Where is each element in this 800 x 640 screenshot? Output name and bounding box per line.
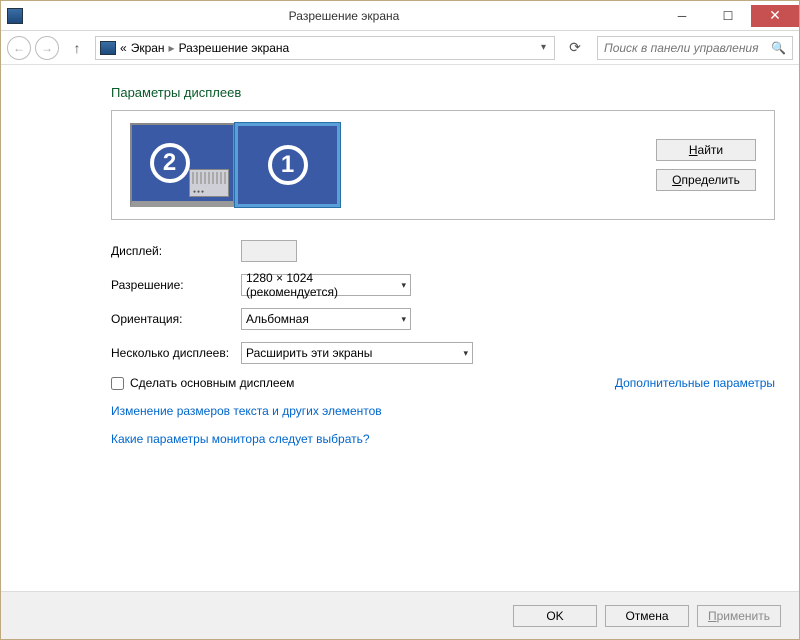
chevron-down-icon[interactable]: ▾ bbox=[537, 42, 550, 53]
form: Дисплей: Разрешение: 1280 × 1024 (рекоме… bbox=[111, 240, 775, 446]
monitor-preview: 2 1 Найти Определить bbox=[111, 110, 775, 220]
maximize-button[interactable]: ☐ bbox=[705, 5, 751, 27]
monitor-2[interactable]: 2 bbox=[130, 123, 235, 207]
app-icon bbox=[7, 8, 23, 24]
search-input[interactable] bbox=[604, 41, 771, 55]
make-primary-label: Сделать основным дисплеем bbox=[130, 376, 294, 390]
chevron-right-icon: ▸ bbox=[169, 41, 175, 55]
breadcrumb[interactable]: « Экран ▸ Разрешение экрана ▾ bbox=[95, 36, 555, 60]
apply-button[interactable]: Применить bbox=[697, 605, 781, 627]
breadcrumb-prefix: « bbox=[120, 41, 127, 55]
display-select[interactable] bbox=[241, 240, 297, 262]
search-box[interactable]: 🔍 bbox=[597, 36, 793, 60]
display-label: Дисплей: bbox=[111, 244, 241, 258]
text-size-link[interactable]: Изменение размеров текста и других элеме… bbox=[111, 404, 775, 418]
window-title: Разрешение экрана bbox=[29, 9, 659, 23]
orientation-select[interactable]: Альбомная ▾ bbox=[241, 308, 411, 330]
breadcrumb-icon bbox=[100, 41, 116, 55]
window: Разрешение экрана ─ ☐ ✕ ← → ↑ « Экран ▸ … bbox=[0, 0, 800, 640]
cancel-button[interactable]: Отмена bbox=[605, 605, 689, 627]
make-primary-checkbox[interactable] bbox=[111, 377, 124, 390]
page-heading: Параметры дисплеев bbox=[111, 85, 775, 100]
back-button[interactable]: ← bbox=[7, 36, 31, 60]
resolution-label: Разрешение: bbox=[111, 278, 241, 292]
ok-button[interactable]: OK bbox=[513, 605, 597, 627]
find-button[interactable]: Найти bbox=[656, 139, 756, 161]
navbar: ← → ↑ « Экран ▸ Разрешение экрана ▾ ⟳ 🔍 bbox=[1, 31, 799, 65]
refresh-button[interactable]: ⟳ bbox=[563, 36, 587, 60]
taskbar-icon bbox=[189, 169, 229, 197]
detect-button[interactable]: Определить bbox=[656, 169, 756, 191]
multiple-displays-label: Несколько дисплеев: bbox=[111, 346, 241, 360]
window-controls: ─ ☐ ✕ bbox=[659, 5, 799, 27]
chevron-down-icon: ▾ bbox=[401, 314, 406, 325]
footer: OK Отмена Применить bbox=[1, 591, 799, 639]
resolution-select[interactable]: 1280 × 1024 (рекомендуется) ▾ bbox=[241, 274, 411, 296]
multiple-displays-select[interactable]: Расширить эти экраны ▾ bbox=[241, 342, 473, 364]
breadcrumb-item[interactable]: Экран bbox=[131, 41, 165, 55]
chevron-down-icon: ▾ bbox=[463, 348, 468, 359]
monitor-1[interactable]: 1 bbox=[235, 123, 340, 207]
search-icon[interactable]: 🔍 bbox=[771, 41, 786, 55]
advanced-settings-link[interactable]: Дополнительные параметры bbox=[615, 376, 775, 390]
forward-button[interactable]: → bbox=[35, 36, 59, 60]
orientation-label: Ориентация: bbox=[111, 312, 241, 326]
minimize-button[interactable]: ─ bbox=[659, 5, 705, 27]
titlebar: Разрешение экрана ─ ☐ ✕ bbox=[1, 1, 799, 31]
chevron-down-icon: ▾ bbox=[401, 280, 406, 291]
close-button[interactable]: ✕ bbox=[751, 5, 799, 27]
breadcrumb-item[interactable]: Разрешение экрана bbox=[179, 41, 290, 55]
monitor-number: 1 bbox=[268, 145, 308, 185]
help-link[interactable]: Какие параметры монитора следует выбрать… bbox=[111, 432, 775, 446]
content: Параметры дисплеев 2 1 Найти Определить … bbox=[1, 65, 799, 591]
up-button[interactable]: ↑ bbox=[67, 38, 87, 58]
monitor-number: 2 bbox=[150, 143, 190, 183]
